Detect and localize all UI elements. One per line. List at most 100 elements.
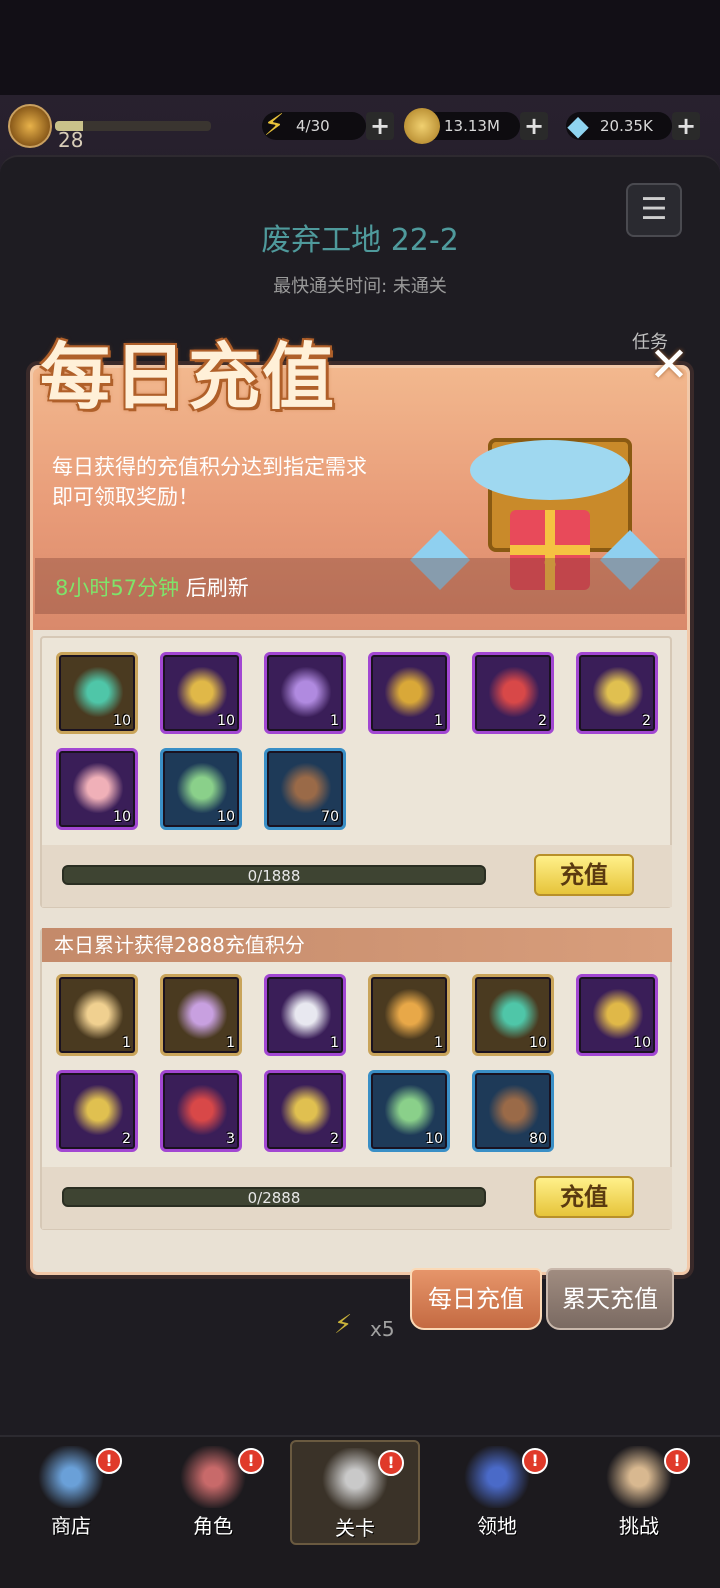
item-count: 10 (217, 713, 235, 729)
stage-title: 废弃工地 22-2 (261, 223, 459, 258)
ur-hero-icon (281, 989, 331, 1039)
tier2-reward-item[interactable]: 3 (160, 1070, 242, 1152)
nav-label: 领地 (477, 1514, 517, 1538)
close-icon[interactable]: ✕ (644, 340, 694, 390)
item-count: 2 (538, 713, 547, 729)
gold-coin-icon (73, 1085, 123, 1135)
gold-key-icon (177, 667, 227, 717)
tier2-reward-item[interactable]: 80 (472, 1070, 554, 1152)
add-gem-button[interactable]: + (672, 112, 700, 140)
green-crystal-icon (489, 989, 539, 1039)
popup-title: 每日充值 (40, 334, 337, 419)
item-count: 1 (330, 713, 339, 729)
nav-label: 挑战 (619, 1514, 659, 1538)
nav-character[interactable]: 角色! (148, 1440, 278, 1545)
gold-counter: 13.13M (404, 108, 520, 144)
item-count: 3 (226, 1131, 235, 1147)
alert-badge-icon: ! (238, 1448, 264, 1474)
gem-value: 20.35K (600, 117, 653, 135)
tier1-recharge-button[interactable]: 充值 (534, 854, 634, 896)
energy-cost-icon: ⚡ (334, 1310, 353, 1340)
refresh-timer: 8小时57分钟 后刷新 (55, 572, 249, 602)
castle-icon (462, 1446, 532, 1508)
refresh-suffix: 后刷新 (179, 576, 249, 600)
treasure-chest-icon (385, 667, 435, 717)
alert-badge-icon: ! (522, 1448, 548, 1474)
nav-shop[interactable]: 商店! (6, 1440, 136, 1545)
gold-value: 13.13M (444, 117, 500, 135)
tier2-reward-item[interactable]: 10 (472, 974, 554, 1056)
item-count: 10 (529, 1035, 547, 1051)
add-energy-button[interactable]: + (366, 112, 394, 140)
tier1-reward-item[interactable]: 2 (576, 652, 658, 734)
tier1-reward-item[interactable]: 1 (264, 652, 346, 734)
alert-badge-icon: ! (96, 1448, 122, 1474)
wizard-hat-icon (281, 667, 331, 717)
tier1-reward-item[interactable]: 10 (160, 748, 242, 830)
tier2-reward-item[interactable]: 10 (576, 974, 658, 1056)
gold-coin-icon (593, 667, 643, 717)
tier1-reward-item[interactable]: 10 (56, 748, 138, 830)
gold-coin-icon (404, 108, 440, 144)
nav-label: 关卡 (335, 1516, 375, 1540)
item-count: 10 (113, 713, 131, 729)
tier2-progress-label: 0/2888 (247, 1189, 301, 1207)
tier2-reward-item[interactable]: 2 (56, 1070, 138, 1152)
item-count: 10 (113, 809, 131, 825)
red-potion-icon (177, 1085, 227, 1135)
item-count: 1 (330, 1035, 339, 1051)
tier2-reward-item[interactable]: 1 (368, 974, 450, 1056)
add-gold-button[interactable]: + (520, 112, 548, 140)
tab-cumulative-recharge[interactable]: 累天充值 (546, 1268, 674, 1330)
tier2-heading: 本日累计获得2888充值积分 (42, 928, 672, 962)
gem-bag-icon (489, 1085, 539, 1135)
tier1-reward-item[interactable]: 10 (56, 652, 138, 734)
nav-castle[interactable]: 领地! (432, 1440, 562, 1545)
cake-icon (73, 763, 123, 813)
item-count: 70 (321, 809, 339, 825)
energy-counter: ⚡ 4/30 (262, 108, 366, 143)
s-treasure-chest-icon (177, 989, 227, 1039)
s-wizard-hat-icon (73, 989, 123, 1039)
item-count: 2 (642, 713, 651, 729)
player-level: 28 (58, 128, 84, 152)
tier2-reward-item[interactable]: 1 (160, 974, 242, 1056)
nav-crossed-swords[interactable]: 关卡! (290, 1440, 420, 1545)
desc-line-1: 每日获得的充值积分达到指定需求 (52, 455, 367, 479)
item-count: 1 (122, 1035, 131, 1051)
nav-challenge-map[interactable]: 挑战! (574, 1440, 704, 1545)
tier2-reward-item[interactable]: 2 (264, 1070, 346, 1152)
tier1-reward-item[interactable]: 2 (472, 652, 554, 734)
lantern-icon (385, 989, 435, 1039)
tier2-recharge-button[interactable]: 充值 (534, 1176, 634, 1218)
gem-pile-icon (177, 763, 227, 813)
shop-icon (36, 1446, 106, 1508)
gem-counter: ◆ 20.35K (566, 109, 672, 142)
lightning-icon: ⚡ (263, 108, 285, 143)
tab-daily-recharge[interactable]: 每日充值 (410, 1268, 542, 1330)
popup-description: 每日获得的充值积分达到指定需求 即可领取奖励！ (52, 452, 452, 512)
tier1-progress-label: 0/1888 (247, 867, 301, 885)
top-dark-band (0, 0, 720, 95)
stage-best-time: 最快通关时间: 未通关 (273, 276, 447, 297)
tier2-reward-item[interactable]: 1 (56, 974, 138, 1056)
tier2-reward-item[interactable]: 10 (368, 1070, 450, 1152)
refresh-time: 8小时57分钟 (55, 576, 180, 600)
item-count: 2 (122, 1131, 131, 1147)
diamond-icon: ◆ (567, 109, 589, 142)
item-count: 1 (434, 713, 443, 729)
energy-cost: x5 (370, 1317, 395, 1341)
tier1-reward-item[interactable]: 10 (160, 652, 242, 734)
player-level-emblem-icon[interactable] (8, 104, 52, 148)
gem-bag-icon (281, 763, 331, 813)
alert-badge-icon: ! (664, 1448, 690, 1474)
energy-value: 4/30 (296, 117, 330, 135)
gold-key-icon (593, 989, 643, 1039)
item-count: 10 (633, 1035, 651, 1051)
tier1-reward-item[interactable]: 1 (368, 652, 450, 734)
item-count: 80 (529, 1131, 547, 1147)
item-count: 1 (226, 1035, 235, 1051)
tier1-reward-item[interactable]: 70 (264, 748, 346, 830)
tier2-reward-item[interactable]: 1 (264, 974, 346, 1056)
alert-badge-icon: ! (378, 1450, 404, 1476)
